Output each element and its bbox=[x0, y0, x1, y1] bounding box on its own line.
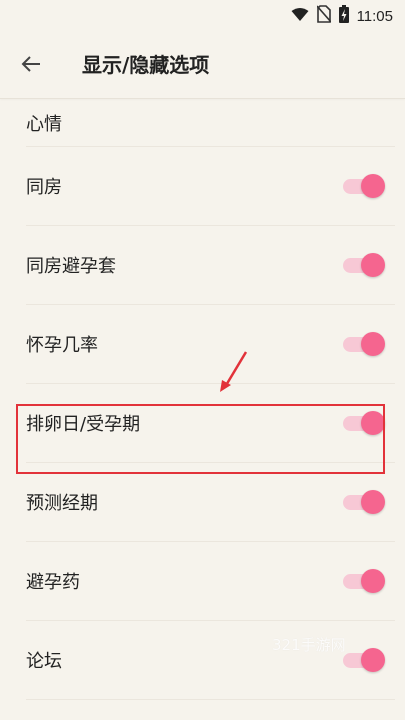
back-arrow-icon bbox=[21, 55, 41, 77]
status-icons: 11:05 bbox=[291, 5, 393, 27]
option-label: 排卵日/受孕期 bbox=[26, 414, 141, 435]
option-row-ovulation[interactable]: 排卵日/受孕期 bbox=[26, 384, 395, 463]
option-row-forum[interactable]: 论坛 bbox=[26, 621, 395, 700]
option-label: 怀孕几率 bbox=[26, 335, 98, 356]
option-row-intercourse[interactable]: 同房 bbox=[26, 147, 395, 226]
watermark: 321手游网 bbox=[272, 636, 346, 654]
option-label: 同房避孕套 bbox=[26, 256, 116, 277]
condom-toggle[interactable] bbox=[343, 251, 385, 279]
toggle-thumb bbox=[361, 569, 385, 593]
option-label: 避孕药 bbox=[26, 572, 80, 593]
status-bar: 11:05 bbox=[0, 0, 405, 32]
option-row-condom[interactable]: 同房避孕套 bbox=[26, 226, 395, 305]
app-bar: 显示/隐藏选项 bbox=[0, 32, 405, 99]
ovulation-toggle[interactable] bbox=[343, 409, 385, 437]
toggle-thumb bbox=[361, 253, 385, 277]
option-row-pill[interactable]: 避孕药 bbox=[26, 542, 395, 621]
option-label: 论坛 bbox=[26, 651, 62, 672]
option-label: 同房 bbox=[26, 177, 62, 198]
options-list: 心情 同房 同房避孕套 怀孕几率 排卵日/受孕期 预测经期 避孕药 论坛 bbox=[0, 99, 405, 700]
option-row-predict-period[interactable]: 预测经期 bbox=[26, 463, 395, 542]
wifi-icon bbox=[291, 7, 309, 26]
toggle-thumb bbox=[361, 174, 385, 198]
pill-toggle[interactable] bbox=[343, 567, 385, 595]
status-time: 11:05 bbox=[356, 7, 393, 25]
forum-toggle[interactable] bbox=[343, 646, 385, 674]
option-row-pregnancy-chance[interactable]: 怀孕几率 bbox=[26, 305, 395, 384]
option-row-mood[interactable]: 心情 bbox=[26, 99, 395, 147]
page-title: 显示/隐藏选项 bbox=[82, 53, 210, 77]
toggle-thumb bbox=[361, 332, 385, 356]
battery-charging-icon bbox=[338, 5, 349, 27]
toggle-thumb bbox=[361, 490, 385, 514]
toggle-thumb bbox=[361, 648, 385, 672]
no-sim-icon bbox=[315, 5, 332, 27]
back-button[interactable] bbox=[16, 51, 46, 81]
predict-period-toggle[interactable] bbox=[343, 488, 385, 516]
option-label: 预测经期 bbox=[26, 493, 98, 514]
intercourse-toggle[interactable] bbox=[343, 172, 385, 200]
toggle-thumb bbox=[361, 411, 385, 435]
screen: 11:05 显示/隐藏选项 心情 同房 同房避孕套 怀孕几率 排卵日/受孕期 预… bbox=[0, 0, 405, 720]
option-label: 心情 bbox=[26, 114, 62, 135]
pregnancy-chance-toggle[interactable] bbox=[343, 330, 385, 358]
